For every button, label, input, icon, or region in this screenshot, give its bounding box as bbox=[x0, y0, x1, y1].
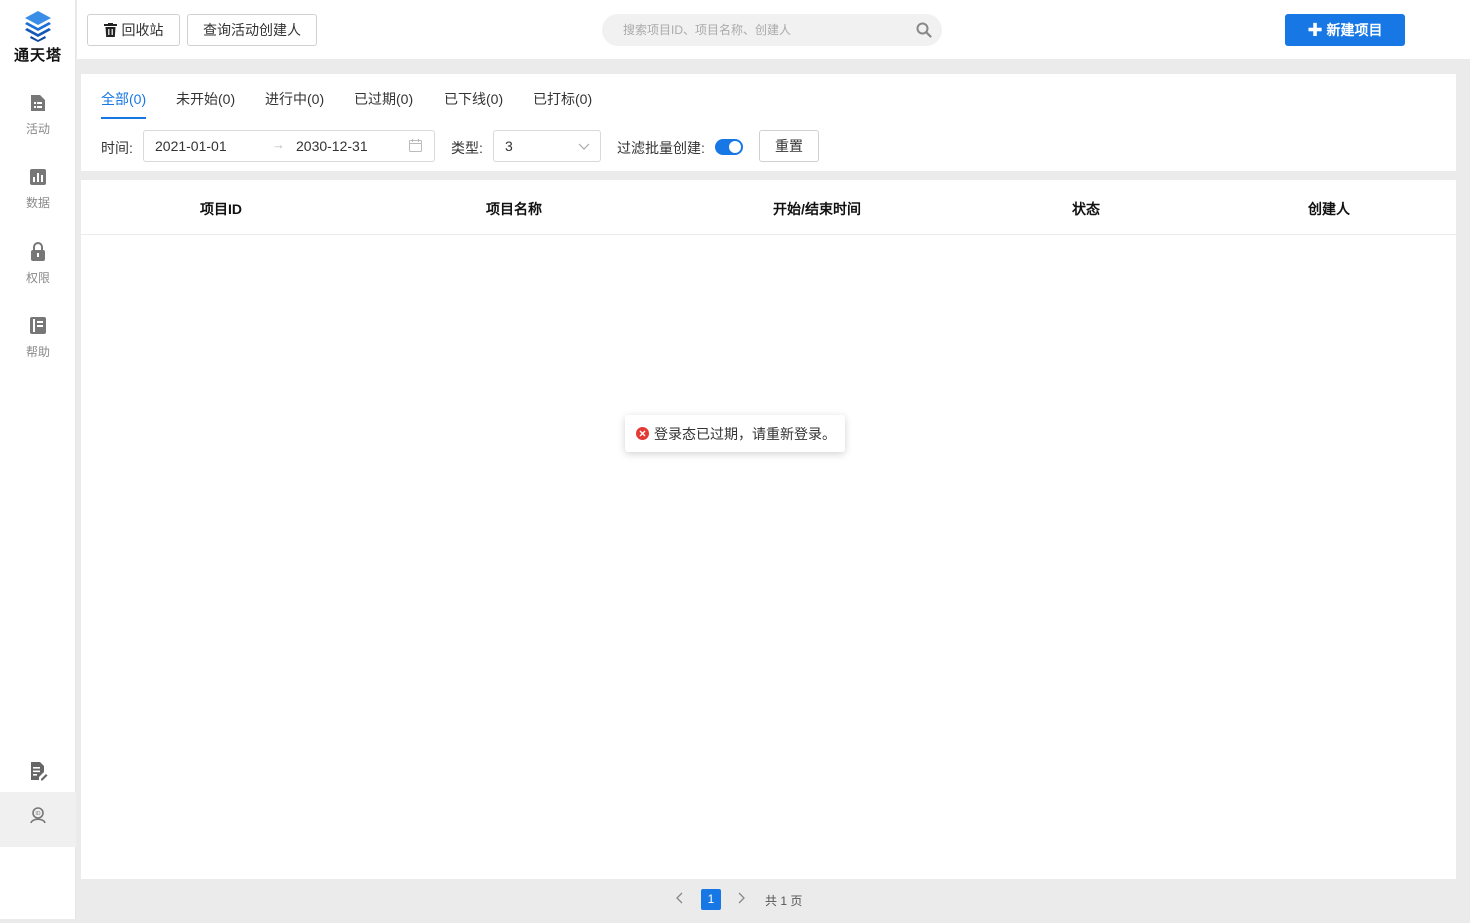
edit-document-icon bbox=[31, 762, 48, 781]
search-bar bbox=[602, 14, 942, 46]
date-range-arrow: → bbox=[272, 137, 285, 152]
page-number-current[interactable]: 1 bbox=[701, 889, 721, 910]
time-filter-label: 时间: bbox=[101, 140, 133, 156]
sidebar-item-label: 活动 bbox=[25, 122, 50, 136]
column-header-creator[interactable]: 创建人 bbox=[1308, 199, 1350, 219]
column-header-project-name[interactable]: 项目名称 bbox=[486, 199, 542, 219]
reset-button[interactable]: 重置 bbox=[759, 130, 819, 162]
start-date-input[interactable]: 2021-01-01 bbox=[155, 138, 227, 154]
search-input[interactable] bbox=[602, 14, 902, 46]
tab-not-started[interactable]: 未开始(0) bbox=[176, 89, 235, 109]
query-creator-button[interactable]: 查询活动创建人 bbox=[187, 14, 317, 46]
error-toast: 登录态已过期，请重新登录。 bbox=[625, 415, 845, 452]
chevron-down-icon bbox=[578, 143, 590, 150]
end-date-input[interactable]: 2030-12-31 bbox=[296, 138, 368, 154]
filter-batch-toggle[interactable] bbox=[715, 139, 743, 155]
tab-all[interactable]: 全部(0) bbox=[101, 89, 146, 109]
recycle-bin-button[interactable]: 回收站 bbox=[87, 14, 180, 46]
date-range-picker[interactable]: 2021-01-01 → 2030-12-31 bbox=[143, 130, 435, 162]
chevron-right-icon[interactable] bbox=[735, 892, 747, 904]
tab-expired[interactable]: 已过期(0) bbox=[354, 89, 413, 109]
calendar-icon bbox=[409, 139, 422, 152]
sidebar-item-label: 权限 bbox=[25, 271, 50, 285]
sidebar: 通天塔 活动 数据 权限 帮助 ID bbox=[0, 0, 76, 919]
sidebar-item-label: 数据 bbox=[25, 196, 50, 210]
new-project-label: 新建项目 bbox=[1326, 22, 1383, 38]
filter-batch-label: 过滤批量创建: bbox=[617, 140, 705, 156]
column-header-project-id[interactable]: 项目ID bbox=[200, 199, 242, 219]
app-logo[interactable]: 通天塔 bbox=[0, 10, 76, 65]
filter-panel: 全部(0) 未开始(0) 进行中(0) 已过期(0) 已下线(0) 已打标(0)… bbox=[81, 74, 1456, 171]
type-select[interactable]: 3 bbox=[493, 130, 601, 162]
logo-text: 通天塔 bbox=[13, 47, 62, 64]
page-total-text: 共 1 页 bbox=[765, 894, 803, 908]
chevron-left-icon[interactable] bbox=[674, 892, 686, 904]
type-select-value: 3 bbox=[505, 138, 513, 154]
book-icon bbox=[30, 317, 46, 334]
type-filter-label: 类型: bbox=[451, 140, 483, 156]
sidebar-item-data[interactable]: 数据 bbox=[0, 168, 76, 228]
sidebar-item-label: 帮助 bbox=[25, 345, 50, 359]
sidebar-item-help[interactable]: 帮助 bbox=[0, 316, 76, 376]
project-table: 项目ID 项目名称 开始/结束时间 状态 创建人 bbox=[81, 180, 1456, 879]
sidebar-item-activity[interactable]: 活动 bbox=[0, 94, 76, 154]
user-profile-button[interactable]: ID bbox=[0, 792, 76, 847]
active-tab-indicator bbox=[101, 117, 146, 119]
error-icon bbox=[636, 427, 649, 440]
toggle-knob bbox=[729, 141, 741, 153]
lock-icon bbox=[31, 242, 45, 261]
user-id-icon: ID bbox=[30, 807, 46, 824]
edit-document-button[interactable] bbox=[0, 755, 76, 789]
search-icon[interactable] bbox=[916, 22, 932, 38]
top-toolbar: 回收站 查询活动创建人 ✚ 新建项目 bbox=[77, 0, 1470, 59]
bar-chart-icon bbox=[30, 169, 46, 185]
logo-icon bbox=[25, 11, 51, 42]
column-header-time[interactable]: 开始/结束时间 bbox=[773, 199, 861, 219]
recycle-bin-label: 回收站 bbox=[121, 22, 164, 38]
table-header: 项目ID 项目名称 开始/结束时间 状态 创建人 bbox=[81, 180, 1456, 235]
plus-icon: ✚ bbox=[1307, 20, 1323, 40]
column-header-status[interactable]: 状态 bbox=[1072, 199, 1100, 219]
svg-text:ID: ID bbox=[35, 811, 40, 817]
new-project-button[interactable]: ✚ 新建项目 bbox=[1285, 14, 1405, 46]
pagination: 1 共 1 页 bbox=[0, 886, 1470, 914]
tab-in-progress[interactable]: 进行中(0) bbox=[265, 89, 324, 109]
tab-offline[interactable]: 已下线(0) bbox=[444, 89, 503, 109]
sidebar-item-permission[interactable]: 权限 bbox=[0, 242, 76, 302]
toast-message: 登录态已过期，请重新登录。 bbox=[654, 425, 836, 442]
tab-tagged[interactable]: 已打标(0) bbox=[533, 89, 592, 109]
activity-list-icon bbox=[31, 95, 45, 111]
trash-icon bbox=[103, 23, 117, 37]
